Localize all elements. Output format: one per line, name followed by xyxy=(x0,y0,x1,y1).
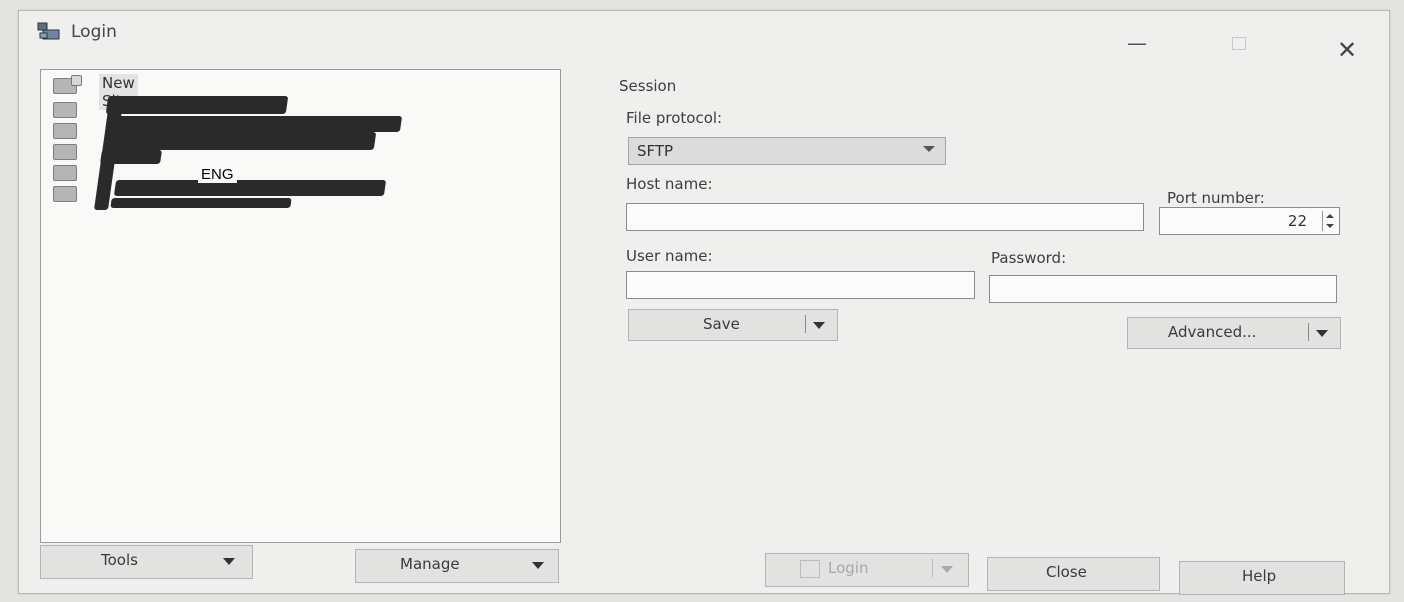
advanced-button-label: Advanced... xyxy=(1168,323,1257,341)
tools-button-label: Tools xyxy=(101,551,138,569)
port-number-value: 22 xyxy=(1287,212,1307,230)
login-button-label: Login xyxy=(828,559,869,577)
session-heading: Session xyxy=(619,77,677,95)
chevron-down-icon[interactable] xyxy=(532,562,544,569)
maximize-icon xyxy=(1232,37,1246,50)
chevron-down-icon[interactable] xyxy=(813,322,825,329)
site-tree[interactable]: New Site ENG xyxy=(40,69,561,543)
user-name-label: User name: xyxy=(626,247,713,265)
redaction-mark xyxy=(113,180,387,196)
chevron-down-icon xyxy=(941,566,953,573)
file-protocol-value: SFTP xyxy=(637,142,674,160)
close-button[interactable]: Close xyxy=(987,557,1160,591)
site-computer-icon xyxy=(53,144,77,160)
redaction-mark xyxy=(103,132,377,150)
close-window-icon[interactable]: ✕ xyxy=(1337,38,1357,62)
login-button[interactable]: Login xyxy=(765,553,969,587)
site-computer-icon xyxy=(53,102,77,118)
chevron-down-icon[interactable] xyxy=(223,558,235,565)
help-button-label: Help xyxy=(1242,567,1277,585)
redaction-mark xyxy=(105,96,289,114)
save-button-label: Save xyxy=(703,315,740,333)
redaction-mark xyxy=(110,198,292,208)
winscp-app-icon xyxy=(37,22,60,40)
manage-button[interactable]: Manage xyxy=(355,549,559,583)
port-number-label: Port number: xyxy=(1167,189,1265,207)
spinner-arrows-icon[interactable] xyxy=(1322,211,1335,231)
minimize-icon[interactable]: — xyxy=(1127,33,1147,53)
file-protocol-label: File protocol: xyxy=(626,109,723,127)
file-protocol-select[interactable]: SFTP xyxy=(628,137,946,165)
window-title: Login xyxy=(71,22,117,42)
advanced-button[interactable]: Advanced... xyxy=(1127,317,1341,349)
chevron-down-icon[interactable] xyxy=(1316,330,1328,337)
login-icon xyxy=(800,560,820,578)
host-name-input[interactable] xyxy=(626,203,1144,231)
site-computer-icon xyxy=(53,123,77,139)
user-name-input[interactable] xyxy=(626,271,975,299)
button-divider xyxy=(1308,323,1309,341)
redaction-mark xyxy=(109,116,403,132)
site-computer-icon xyxy=(53,165,77,181)
chevron-down-icon xyxy=(923,146,935,152)
close-button-label: Close xyxy=(1046,563,1087,581)
new-site-icon xyxy=(53,75,82,94)
tools-button[interactable]: Tools xyxy=(40,545,253,579)
title-bar: Login — ✕ xyxy=(19,11,1389,62)
site-computer-icon xyxy=(53,186,77,202)
manage-button-label: Manage xyxy=(400,555,460,573)
button-divider xyxy=(805,315,806,333)
password-label: Password: xyxy=(991,249,1067,267)
port-number-input[interactable]: 22 xyxy=(1159,207,1340,235)
help-button[interactable]: Help xyxy=(1179,561,1345,595)
save-button[interactable]: Save xyxy=(628,309,838,341)
button-divider xyxy=(932,559,933,577)
password-input[interactable] xyxy=(989,275,1337,303)
language-indicator: ENG xyxy=(198,166,237,183)
login-window: Login — ✕ New Site ENG Session File prot… xyxy=(18,10,1390,595)
host-name-label: Host name: xyxy=(626,175,713,193)
